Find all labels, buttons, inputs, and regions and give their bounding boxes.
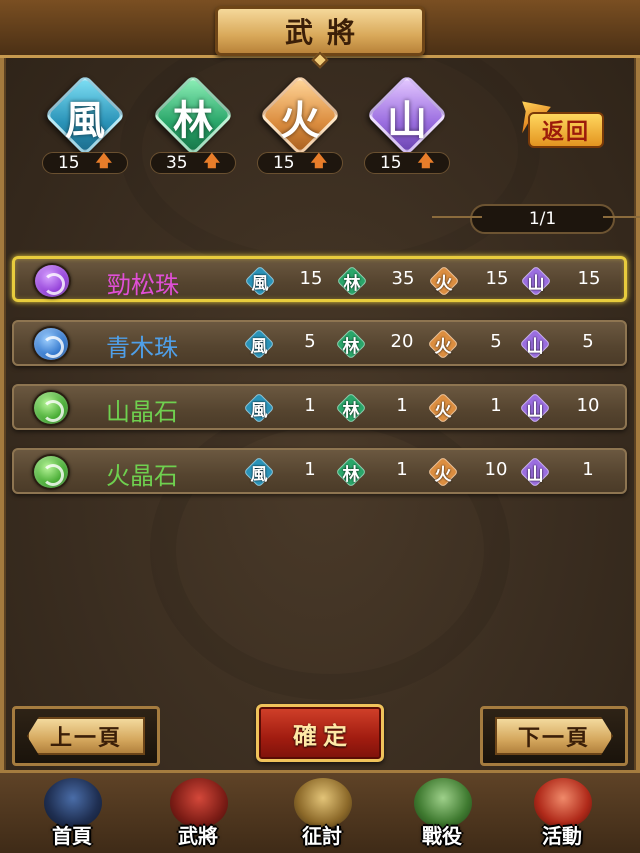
next-page-button[interactable]: 下一頁 [480,706,628,766]
forest-value: 1 [396,459,408,480]
wind-icon: 風 [243,456,275,488]
mountain-char: 山 [387,97,427,144]
attribute-value: 35 [165,153,188,173]
forest-icon: 林 [335,328,367,360]
mountain-value: 1 [582,459,594,480]
crystal-orb-icon [32,390,70,426]
attribute-fire: 火 15 🡅 [257,73,349,180]
item-name: 勁松珠 [107,271,179,299]
arrow-up-icon: 🡅 [417,150,435,170]
mountain-icon: 山 [519,392,551,424]
crystal-orb-icon [32,454,70,490]
attribute-bar: 15 🡅 [42,150,128,174]
prev-page-button[interactable]: 上一頁 [12,706,160,766]
page-title: 武將 [284,16,369,49]
forest-icon: 林 [335,392,367,424]
mountain-icon: 山 [519,328,551,360]
wind-icon: 風 [244,265,276,297]
attribute-forest: 林 35 🡅 [150,73,242,180]
fire-value: 10 [484,459,508,480]
confirm-label: 確定 [293,720,353,750]
item-name: 青木珠 [106,334,178,362]
item-name: 火晶石 [106,462,178,490]
page-indicator-text: 1/1 [528,209,557,229]
tab-campaign[interactable]: 戰役 [392,774,492,850]
wind-value: 15 [299,268,323,289]
attribute-bar: 15 🡅 [364,150,450,174]
attribute-mountain: 山 15 🡅 [364,73,456,180]
mountain-value: 5 [582,331,594,352]
tab-label: 征討 [302,824,342,848]
tab-label: 武將 [178,824,218,848]
arrow-up-icon: 🡅 [310,150,328,170]
title-bar: 武將 [0,0,640,58]
attribute-bar: 35 🡅 [150,150,236,174]
next-page-label: 下一頁 [517,725,590,751]
mountain-icon: 山 [519,456,551,488]
mountain-icon: 山 [520,265,552,297]
item-name: 山晶石 [106,398,178,426]
attribute-value: 15 [57,153,80,173]
return-button[interactable]: 返回 [514,98,606,150]
tab-label: 活動 [542,824,582,848]
fire-icon: 火 [427,328,459,360]
wind-icon: 風 [243,328,275,360]
forest-value: 1 [396,395,408,416]
fire-icon: 火 [427,392,459,424]
forest-icon: 林 [336,265,368,297]
mountain-value: 10 [576,395,600,416]
prev-page-label: 上一頁 [49,725,122,751]
title-plate: 武將 [215,6,425,56]
fire-icon: 火 [428,265,460,297]
return-label: 返回 [541,119,590,145]
wind-value: 1 [304,459,316,480]
arrow-up-icon: 🡅 [203,150,221,170]
wind-icon: 風 [243,392,275,424]
pearl-orb-icon [33,263,71,299]
attribute-value: 15 [379,153,402,173]
list-item[interactable]: 火晶石 風 1 林 1 火 10 山 1 [12,448,627,494]
list-item[interactable]: 青木珠 風 5 林 20 火 5 山 5 [12,320,627,366]
tab-home[interactable]: 首頁 [22,774,122,850]
fire-value: 1 [490,395,502,416]
tab-label: 首頁 [52,824,92,848]
arrow-up-icon: 🡅 [95,150,113,170]
forest-value: 20 [390,331,414,352]
list-item[interactable]: 勁松珠 風 15 林 35 火 15 山 15 [12,256,627,302]
return-plate: 返回 [528,112,604,148]
attribute-wind: 風 15 🡅 [42,73,134,180]
attribute-bar: 15 🡅 [257,150,343,174]
tab-general[interactable]: 武將 [148,774,248,850]
mountain-value: 15 [577,268,601,289]
confirm-button[interactable]: 確定 [256,704,384,762]
forest-value: 35 [391,268,415,289]
wind-char: 風 [65,97,105,144]
fire-char: 火 [280,97,320,144]
tab-expedition[interactable]: 征討 [272,774,372,850]
tab-event[interactable]: 活動 [512,774,612,850]
pearl-orb-icon [32,326,70,362]
fire-value: 5 [490,331,502,352]
wind-value: 1 [304,395,316,416]
fire-value: 15 [485,268,509,289]
forest-icon: 林 [335,456,367,488]
list-item[interactable]: 山晶石 風 1 林 1 火 1 山 10 [12,384,627,430]
forest-char: 林 [173,97,213,144]
background-swirl [150,400,510,700]
page-indicator: 1/1 [432,204,640,234]
tab-label: 戰役 [422,824,462,848]
attribute-value: 15 [272,153,295,173]
wind-value: 5 [304,331,316,352]
fire-icon: 火 [427,456,459,488]
